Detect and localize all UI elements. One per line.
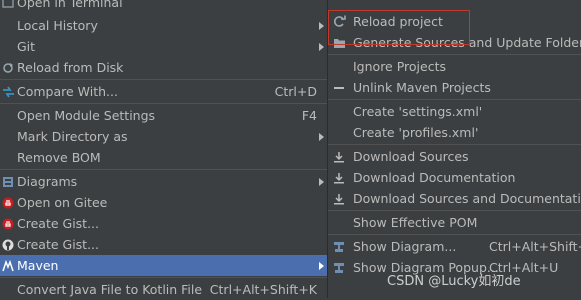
menu-item-open-in-terminal[interactable]: Open in Terminal	[0, 0, 327, 13]
menu-item-create-gist-gitee[interactable]: Create Gist...	[0, 213, 327, 234]
submenu-arrow-icon	[319, 21, 324, 30]
shortcut-label: Ctrl+D	[274, 84, 317, 99]
diagram-icon	[332, 240, 346, 254]
minus-icon	[332, 81, 346, 95]
download-icon	[332, 192, 346, 206]
menu-separator	[328, 54, 581, 55]
download-icon	[332, 150, 346, 164]
watermark: CSDN @Lucky如初de	[387, 274, 521, 289]
menu-separator	[0, 169, 327, 170]
menu-item-label: Convert Java File to Kotlin File	[17, 282, 203, 297]
menu-item-create-gist-github[interactable]: Create Gist...	[0, 234, 327, 255]
menu-item-diagrams[interactable]: Diagrams	[0, 171, 327, 192]
menu-item-open-module-settings[interactable]: Open Module Settings F4	[0, 105, 327, 126]
diagram-icon	[1, 175, 15, 189]
menu-item-label: Show Diagram...	[353, 239, 457, 254]
menu-item-unlink-maven[interactable]: Unlink Maven Projects	[328, 77, 581, 98]
menu-separator	[0, 277, 327, 278]
menu-item-label: Download Sources and Documentation	[353, 191, 581, 206]
download-icon	[332, 171, 346, 185]
menu-item-label: Diagrams	[17, 174, 78, 189]
menu-item-show-effective-pom[interactable]: Show Effective POM	[328, 212, 581, 233]
maven-icon	[1, 259, 15, 273]
menu-item-label: Remove BOM	[17, 150, 101, 165]
menu-item-create-profiles[interactable]: Create 'profiles.xml'	[328, 122, 581, 143]
menu-separator	[328, 144, 581, 145]
terminal-icon	[1, 0, 15, 10]
menu-item-ignore-projects[interactable]: Ignore Projects	[328, 56, 581, 77]
menu-item-show-diagram[interactable]: Show Diagram... Ctrl+Alt+Shift+U	[328, 236, 581, 257]
menu-item-label: Create 'profiles.xml'	[353, 125, 479, 140]
menu-item-label: Maven	[17, 258, 59, 273]
menu-item-label: Reload from Disk	[17, 60, 124, 75]
menu-item-label: Create Gist...	[17, 216, 100, 231]
menu-item-label: Local History	[17, 18, 98, 33]
menu-item-maven[interactable]: Maven	[0, 255, 327, 276]
menu-item-download-sources[interactable]: Download Sources	[328, 146, 581, 167]
menu-item-label: Mark Directory as	[17, 129, 128, 144]
menu-item-label: Compare With...	[17, 84, 118, 99]
shortcut-label: F4	[301, 108, 317, 123]
menu-item-label: Git	[17, 39, 36, 54]
menu-separator	[328, 210, 581, 211]
menu-item-label: Create 'settings.xml'	[353, 104, 483, 119]
diagram-icon	[332, 261, 346, 275]
menu-item-download-documentation[interactable]: Download Documentation	[328, 167, 581, 188]
menu-item-compare-with[interactable]: Compare With... Ctrl+D	[0, 81, 327, 102]
menu-item-label: Create Gist...	[17, 237, 100, 252]
menu-item-convert-to-kotlin[interactable]: Convert Java File to Kotlin File Ctrl+Al…	[0, 279, 327, 300]
compare-icon	[1, 85, 15, 99]
submenu-arrow-icon	[319, 132, 324, 141]
menu-item-label: Unlink Maven Projects	[353, 80, 491, 95]
menu-separator	[0, 79, 327, 80]
submenu-arrow-icon	[319, 42, 324, 51]
highlight-box	[328, 10, 470, 45]
menu-item-label: Open in Terminal	[17, 0, 123, 10]
github-icon	[1, 238, 15, 252]
menu-item-label: Download Documentation	[353, 170, 516, 185]
menu-item-git[interactable]: Git	[0, 36, 327, 57]
menu-item-reload-from-disk[interactable]: Reload from Disk	[0, 57, 327, 78]
shortcut-label: Ctrl+Alt+Shift+K	[209, 282, 317, 297]
menu-item-label: Show Effective POM	[353, 215, 478, 230]
menu-item-label: Open Module Settings	[17, 108, 156, 123]
shortcut-label: Ctrl+Alt+Shift+U	[489, 239, 581, 254]
submenu-arrow-icon	[319, 261, 324, 270]
menu-separator	[0, 103, 327, 104]
menu-separator	[328, 234, 581, 235]
gitee-icon	[1, 217, 15, 231]
project-context-menu: Open in Terminal Local History Git Reloa…	[0, 0, 327, 298]
menu-item-label: Ignore Projects	[353, 59, 446, 74]
menu-item-remove-bom[interactable]: Remove BOM	[0, 147, 327, 168]
menu-item-label: Download Sources	[353, 149, 469, 164]
reload-icon	[1, 61, 15, 75]
gitee-icon	[1, 196, 15, 210]
menu-item-mark-directory-as[interactable]: Mark Directory as	[0, 126, 327, 147]
menu-item-open-on-gitee[interactable]: Open on Gitee	[0, 192, 327, 213]
menu-item-label: Open on Gitee	[17, 195, 108, 210]
menu-item-create-settings[interactable]: Create 'settings.xml'	[328, 101, 581, 122]
menu-separator	[328, 99, 581, 100]
menu-item-local-history[interactable]: Local History	[0, 15, 327, 36]
menu-item-download-both[interactable]: Download Sources and Documentation	[328, 188, 581, 209]
submenu-arrow-icon	[319, 177, 324, 186]
